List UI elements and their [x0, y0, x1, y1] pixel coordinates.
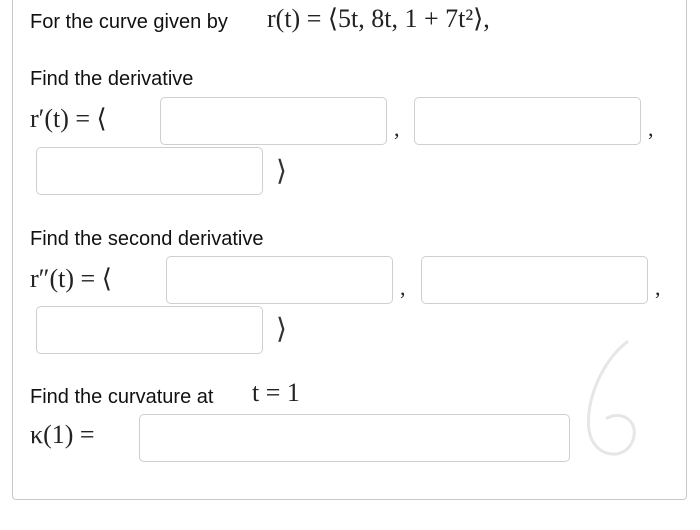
derivative-component-1-input[interactable]	[160, 97, 387, 145]
derivative-close-bracket: ⟩	[276, 156, 287, 187]
curvature-input[interactable]	[139, 414, 570, 462]
intro-text: For the curve given by	[30, 11, 228, 33]
second-derivative-component-3-input[interactable]	[36, 306, 263, 354]
second-derivative-close-bracket: ⟩	[276, 314, 287, 345]
curvature-condition: t = 1	[252, 378, 300, 407]
handwritten-six-icon	[586, 340, 636, 456]
derivative-lhs: r′(t) = ⟨	[30, 104, 107, 133]
curvature-prompt: Find the curvature at	[30, 386, 214, 408]
derivative-component-2-input[interactable]	[414, 97, 641, 145]
curve-expression: r(t) = ⟨5t, 8t, 1 + 7t²⟩,	[267, 4, 490, 33]
second-derivative-lhs: r″(t) = ⟨	[30, 264, 112, 293]
second-derivative-prompt: Find the second derivative	[30, 228, 264, 250]
derivative-component-3-input[interactable]	[36, 147, 263, 195]
derivative-prompt: Find the derivative	[30, 68, 194, 90]
second-derivative-component-2-input[interactable]	[421, 256, 648, 304]
curvature-lhs: κ(1) =	[30, 420, 95, 449]
second-derivative-component-1-input[interactable]	[166, 256, 393, 304]
second-derivative-comma-1: ,	[400, 275, 406, 300]
derivative-comma-2: ,	[648, 116, 654, 141]
second-derivative-comma-2: ,	[655, 275, 661, 300]
derivative-comma-1: ,	[394, 116, 400, 141]
